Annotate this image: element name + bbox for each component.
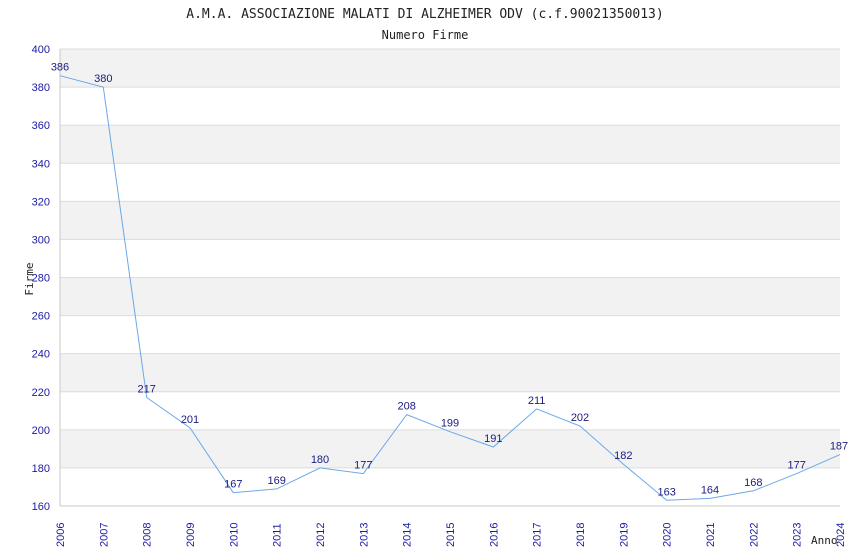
x-tick-label: 2011 (272, 523, 284, 547)
data-label: 202 (571, 412, 589, 424)
plot-band (60, 429, 840, 468)
data-label: 187 (830, 441, 848, 453)
y-tick-label: 160 (32, 501, 50, 513)
x-tick-label: 2012 (315, 523, 327, 547)
y-tick-label: 180 (32, 463, 50, 475)
y-tick-label: 360 (32, 120, 50, 132)
plot-band (60, 277, 840, 316)
y-tick-label: 300 (32, 234, 50, 246)
data-label: 177 (354, 460, 372, 472)
x-tick-label: 2022 (748, 523, 760, 547)
x-tick-label: 2010 (228, 523, 240, 547)
plot-band (60, 467, 840, 506)
data-label: 380 (94, 73, 112, 85)
data-label: 164 (701, 484, 719, 496)
x-tick-label: 2021 (705, 523, 717, 547)
y-tick-label: 320 (32, 196, 50, 208)
data-label: 177 (787, 460, 805, 472)
y-tick-label: 340 (32, 158, 50, 170)
x-tick-label: 2023 (792, 523, 804, 547)
data-label: 208 (397, 401, 415, 413)
plot-band (60, 163, 840, 202)
chart-subtitle: Numero Firme (382, 28, 469, 42)
x-tick-label: 2019 (618, 523, 630, 547)
y-tick-labels: 160 180 200 220 240 260 280 300 320 340 360 380 400 (32, 44, 50, 513)
x-tick-labels: 2006 2007 2008 2009 2010 2011 2012 2013 2014 2015… (55, 523, 847, 547)
y-tick-label: 240 (32, 349, 50, 361)
x-tick-label: 2013 (358, 523, 370, 547)
y-tick-label: 400 (32, 44, 50, 56)
x-tick-label: 2008 (142, 523, 154, 547)
data-label: 167 (224, 479, 242, 491)
plot-band (60, 49, 840, 88)
x-tick-label: 2018 (575, 523, 587, 547)
plot-band (60, 353, 840, 392)
x-tick-label: 2024 (835, 523, 847, 547)
x-tick-label: 2020 (662, 523, 674, 547)
data-label: 199 (441, 418, 459, 430)
data-label: 168 (744, 477, 762, 489)
x-tick-label: 2015 (445, 523, 457, 547)
plot-band (60, 87, 840, 126)
chart: A.M.A. ASSOCIAZIONE MALATI DI ALZHEIMER … (23, 7, 848, 547)
data-label: 182 (614, 450, 632, 462)
data-label: 163 (657, 486, 675, 498)
x-tick-label: 2014 (402, 523, 414, 547)
data-label: 211 (528, 395, 546, 407)
y-tick-label: 280 (32, 273, 50, 285)
x-tick-label: 2006 (55, 523, 67, 547)
x-tick-label: 2009 (185, 523, 197, 547)
plot-band (60, 315, 840, 354)
x-tick-label: 2016 (488, 523, 500, 547)
plot-band (60, 201, 840, 240)
chart-title: A.M.A. ASSOCIAZIONE MALATI DI ALZHEIMER … (186, 7, 663, 22)
x-tick-label: 2017 (532, 523, 544, 547)
x-axis-title: Anno (811, 534, 838, 547)
y-tick-label: 200 (32, 425, 50, 437)
y-tick-label: 380 (32, 82, 50, 94)
y-tick-label: 220 (32, 387, 50, 399)
plot-band (60, 125, 840, 164)
data-label: 201 (181, 414, 199, 426)
data-label: 169 (267, 475, 285, 487)
data-label: 217 (137, 383, 155, 395)
plot-band (60, 239, 840, 278)
x-tick-label: 2007 (98, 523, 110, 547)
y-tick-label: 260 (32, 311, 50, 323)
data-label: 191 (484, 433, 502, 445)
data-label: 180 (311, 454, 329, 466)
data-label: 386 (51, 62, 69, 74)
